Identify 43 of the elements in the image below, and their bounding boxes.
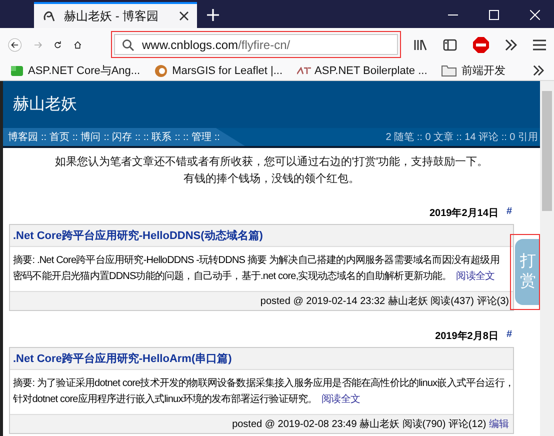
close-icon[interactable] [179,11,189,21]
blog-stats: 2 随笔 :: 0 文章 :: 14 评论 :: 0 引用 [386,130,539,144]
new-tab-icon[interactable] [207,9,219,21]
post-summary: 针对dotnet core应用程序进行嵌入式linux环境的发布部署运行验证研究。 [13,394,318,405]
notice-text: 如果您认为笔者文章还不错或者有所收获，您可以通过右边的'打赏'功能，支持鼓励一下。 [54,154,490,169]
nav-link[interactable]: :: :: 管理 [174,130,212,144]
read-more-link[interactable]: 阅读全文 [456,271,495,282]
post-summary: 摘要: .Net Core跨平台应用研究-HelloDDNS -玩转DDNS 摘要 为解决自己搭建的内网服务器需要域名而因没有超级用 [13,254,500,268]
nav-link[interactable]: :: 闪存 [104,130,132,144]
adblock-icon[interactable] [473,36,490,52]
permalink[interactable]: # [506,206,512,220]
bookmark-item[interactable]: ASP.NET Boilerplate ... [296,64,428,76]
edit-link[interactable]: 编辑 [489,419,509,430]
search-icon [122,38,134,50]
post-meta: posted @ 2019-02-08 23:49 赫山老妖 阅读(790) 评论(12) [232,419,486,430]
notice-text: 有钱的捧个钱场，没钱的领个红包。 [182,172,360,186]
maximize-icon[interactable] [489,10,499,20]
permalink[interactable]: # [506,329,512,343]
bookmark-item[interactable]: 前端开发 [441,63,506,78]
overflow-icon[interactable] [533,65,544,76]
nav-link[interactable]: :: [214,132,220,142]
blog-title: 赫山老妖 [13,94,77,115]
library-icon[interactable] [413,38,428,52]
bookmark-item[interactable]: MarsGIS for Leaflet |... [154,64,283,78]
post-summary: 密码不能开启光猫内置DDNS功能的问题，自己动手，基于.net core,实现动态域名的自助解析更新功能。 [13,271,452,282]
bookmark-item[interactable]: ASP.NET Core与Ang... [10,63,140,78]
nav-link[interactable]: :: :: 联系 [135,130,172,144]
post-date: 2019年2月14日 [430,206,498,220]
sidebar-icon[interactable] [443,38,458,52]
post-meta: posted @ 2019-02-14 23:32 赫山老妖 阅读(437) 评论(3) [260,296,509,307]
folder-icon [441,64,458,77]
tab-title: 赫山老妖 - 博客园 [64,8,160,24]
overflow-icon[interactable] [505,38,518,50]
address-field[interactable]: www.cnblogs.com/flyfire-cn/ [114,34,398,55]
browser-tab[interactable]: 赫山老妖 - 博客园 [34,2,197,28]
nav-link[interactable]: :: 博问 [72,130,101,144]
site-icon [42,9,56,23]
post-summary: 摘要: 为了验证采用dotnet core技术开发的物联网设备数据采集接入服务应用是否能在高性价比的linux嵌入式平台运行， [13,376,514,391]
menu-icon[interactable] [533,38,546,50]
nav-link[interactable]: 博客园 [8,130,38,144]
post-date: 2019年2月8日 [435,330,498,343]
read-more-link[interactable]: 阅读全文 [322,394,360,405]
nav-link[interactable]: :: 首页 [41,130,70,144]
